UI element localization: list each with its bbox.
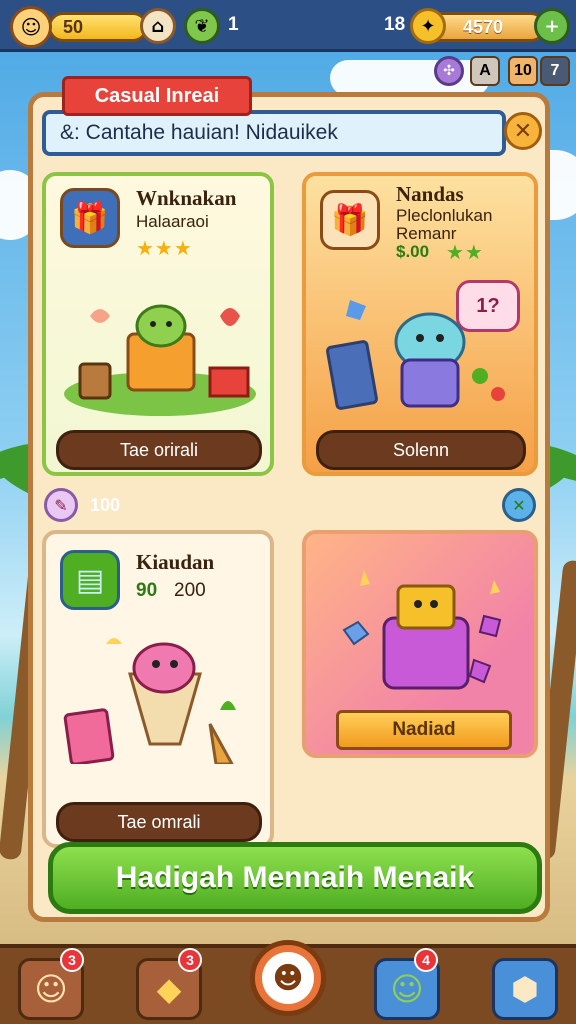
player-avatar[interactable]: ☺	[10, 6, 52, 48]
reward-card-4[interactable]: Nadiad	[302, 530, 538, 758]
friend-icon: ☺	[390, 970, 424, 1008]
character-icon: ☺	[34, 970, 68, 1008]
gift-basket-icon: 🎁	[60, 188, 120, 248]
nav-dice-button[interactable]: ⬢	[492, 958, 558, 1020]
house-icon[interactable]: ⌂	[140, 8, 176, 44]
card-title: Kiaudan	[136, 550, 215, 574]
level-value: 1	[228, 14, 239, 35]
claim-reward-button[interactable]: Hadigah Mennaih Menaik	[48, 842, 542, 914]
reward-card-3[interactable]: ▤ Kiaudan 90 200 Tae omrali	[42, 530, 274, 848]
card-banner-label: Nadiad	[392, 719, 456, 740]
star-rating: ★★★	[136, 236, 193, 260]
leaf-icon[interactable]: ❦	[184, 8, 220, 44]
card-banner-button[interactable]: Nadiad	[336, 710, 512, 750]
message-bar: &: Cantahe hauian! Nidauikek	[42, 110, 506, 156]
swap-icon[interactable]: ✕	[502, 488, 536, 522]
boost-icon[interactable]: ✎	[44, 488, 78, 522]
star-rating: ★★	[446, 240, 484, 264]
cat-icon: ◆	[156, 970, 182, 1008]
gold-counter[interactable]: 50	[48, 12, 148, 42]
card-value-1: 90	[136, 580, 158, 601]
card-action-button[interactable]: Tae orirali	[56, 430, 262, 470]
panel-title-ribbon: Casual Inreai	[62, 76, 252, 116]
creature-illustration	[326, 300, 505, 410]
card-action-button[interactable]: Solenn	[316, 430, 526, 470]
card-price: $.00	[396, 242, 430, 261]
close-icon[interactable]: ✕	[504, 112, 542, 150]
bag-icon: ▤	[60, 550, 120, 610]
nav-badge: 3	[178, 948, 202, 972]
plant-box-illustration	[64, 304, 256, 416]
card-title: Wnknakan	[136, 186, 237, 210]
add-coins-icon[interactable]: +	[534, 8, 570, 44]
card-value-2: 200	[174, 580, 206, 601]
gift-icon: 🎁	[320, 190, 380, 250]
nav-badge: 4	[414, 948, 438, 972]
nav-badge: 3	[60, 948, 84, 972]
home-face-icon: ☻	[262, 952, 314, 1004]
middle-row: ✎ 100 ✕	[44, 486, 538, 526]
card-subtitle: Halaaraoi	[136, 212, 209, 231]
nav-home-button[interactable]: ☻	[250, 940, 326, 1016]
coin-value: 4570	[462, 16, 504, 37]
dice-icon: ⬢	[511, 970, 539, 1008]
shop-tab-a[interactable]: A	[470, 56, 500, 86]
gems-value: 18	[384, 14, 406, 35]
message-text: &: Cantahe hauian! Nidauikek	[60, 121, 338, 144]
coin-icon: ✦	[410, 8, 446, 44]
treasure-basket-illustration	[342, 570, 502, 690]
puzzle-icon[interactable]: ✣	[434, 56, 464, 86]
card-title: Nandas	[396, 182, 464, 206]
card-subtitle: Pleclonlukan	[396, 206, 493, 225]
gold-value: 50	[63, 16, 84, 37]
shop-tab-10[interactable]: 10	[508, 56, 538, 86]
card-action-button[interactable]: Tae omrali	[56, 802, 262, 842]
middle-value: 100	[90, 495, 121, 515]
reward-card-2[interactable]: 🎁 Nandas Pleclonlukan Remanr $.00 ★★ 1? …	[302, 172, 538, 476]
creature-cone-illustration	[63, 638, 236, 764]
cloud	[330, 60, 490, 96]
reward-card-1[interactable]: 🎁 Wnknakan Halaaraoi ★★★ Tae orirali	[42, 172, 274, 476]
shop-tab-7[interactable]: 7	[540, 56, 570, 86]
